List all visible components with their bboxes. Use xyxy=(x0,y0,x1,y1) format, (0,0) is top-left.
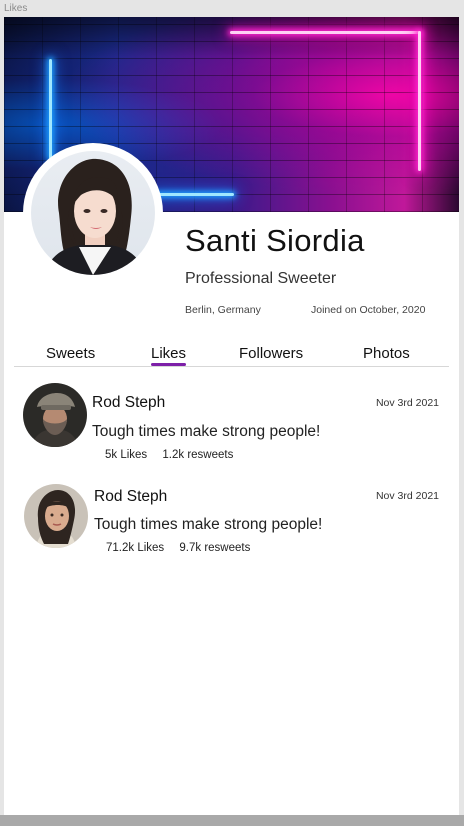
post-item[interactable]: Rod Steph Nov 3rd 2021 Tough times make … xyxy=(4,383,459,473)
post-likes-count[interactable]: 71.2k Likes xyxy=(106,542,164,554)
profile-avatar[interactable] xyxy=(23,143,163,283)
post-stats: 71.2k Likes 9.7k resweets xyxy=(106,542,262,554)
tab-sweets[interactable]: Sweets xyxy=(46,345,95,362)
profile-name: Santi Siordia xyxy=(185,223,365,258)
post-date: Nov 3rd 2021 xyxy=(375,490,439,502)
profile-location: Berlin, Germany xyxy=(185,304,261,316)
frame-label: Likes xyxy=(4,3,28,14)
woman-portrait-avatar-icon xyxy=(24,484,88,548)
profile-screen: Santi Siordia Professional Sweeter Berli… xyxy=(4,17,459,815)
tab-photos[interactable]: Photos xyxy=(363,345,410,362)
profile-joined-date: Joined on October, 2020 xyxy=(311,304,426,316)
tab-likes[interactable]: Likes xyxy=(151,345,187,366)
post-author-avatar[interactable] xyxy=(23,383,87,447)
post-author-name[interactable]: Rod Steph xyxy=(92,394,165,412)
neon-line-bottom xyxy=(154,193,234,196)
post-author-avatar[interactable] xyxy=(24,484,88,548)
post-item[interactable]: Rod Steph Nov 3rd 2021 Tough times make … xyxy=(4,484,459,574)
post-author-name[interactable]: Rod Steph xyxy=(94,488,167,506)
neon-line-right xyxy=(418,31,421,171)
post-likes-count[interactable]: 5k Likes xyxy=(105,449,147,461)
man-with-cap-avatar-icon xyxy=(23,383,87,447)
post-resweets-count[interactable]: 1.2k resweets xyxy=(162,449,233,461)
bottom-scroll-bar[interactable] xyxy=(0,815,464,826)
profile-tabs: Sweets Likes Followers Photos xyxy=(14,339,449,367)
post-stats: 5k Likes 1.2k resweets xyxy=(105,449,245,461)
post-resweets-count[interactable]: 9.7k resweets xyxy=(179,542,250,554)
neon-line-top xyxy=(230,31,421,34)
profile-portrait-icon xyxy=(45,158,145,275)
post-text: Tough times make strong people! xyxy=(94,516,323,533)
profile-photo xyxy=(31,151,155,275)
neon-line-left xyxy=(49,59,52,159)
post-date: Nov 3rd 2021 xyxy=(375,397,439,409)
post-text: Tough times make strong people! xyxy=(92,423,321,440)
profile-bio: Professional Sweeter xyxy=(185,270,337,287)
tab-followers[interactable]: Followers xyxy=(239,345,303,362)
